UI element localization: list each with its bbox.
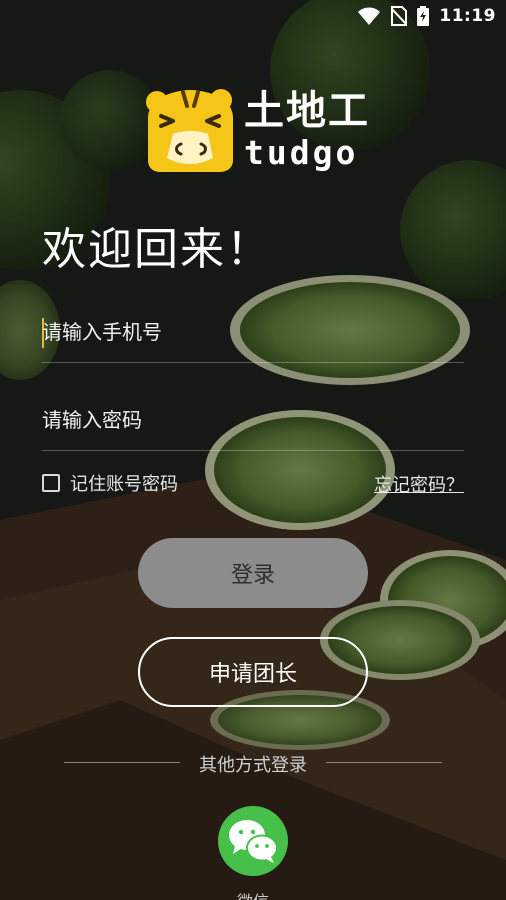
password-input[interactable] [42, 390, 464, 450]
hamster-logo-icon [146, 89, 233, 172]
remember-label: 记住账号密码 [70, 474, 178, 495]
status-bar: 11:19 [0, 0, 506, 32]
welcome-title: 欢迎回来！ [42, 224, 272, 275]
battery-charging-icon [417, 6, 430, 26]
remember-checkbox[interactable] [42, 474, 60, 492]
no-sim-icon [391, 6, 408, 26]
phone-field [42, 302, 464, 363]
wechat-label: 微信 [0, 888, 506, 900]
brand-latin-name: tudgo [244, 133, 359, 172]
apply-leader-button[interactable]: 申请团长 [138, 637, 368, 707]
password-field [42, 390, 464, 451]
login-button[interactable]: 登录 [138, 538, 368, 608]
phone-input[interactable] [42, 302, 464, 362]
status-icons: 11:19 [357, 5, 496, 27]
brand-name: 土地工 [244, 88, 370, 134]
wifi-icon [358, 7, 381, 25]
remember-toggle[interactable]: 记住账号密码 [42, 470, 178, 496]
other-login-label: 其他方式登录 [199, 755, 307, 776]
forgot-password-link[interactable]: 忘记密码？ [374, 471, 464, 497]
status-time: 11:19 [439, 6, 496, 26]
wechat-login-button[interactable] [218, 806, 288, 876]
wechat-icon [229, 820, 278, 863]
